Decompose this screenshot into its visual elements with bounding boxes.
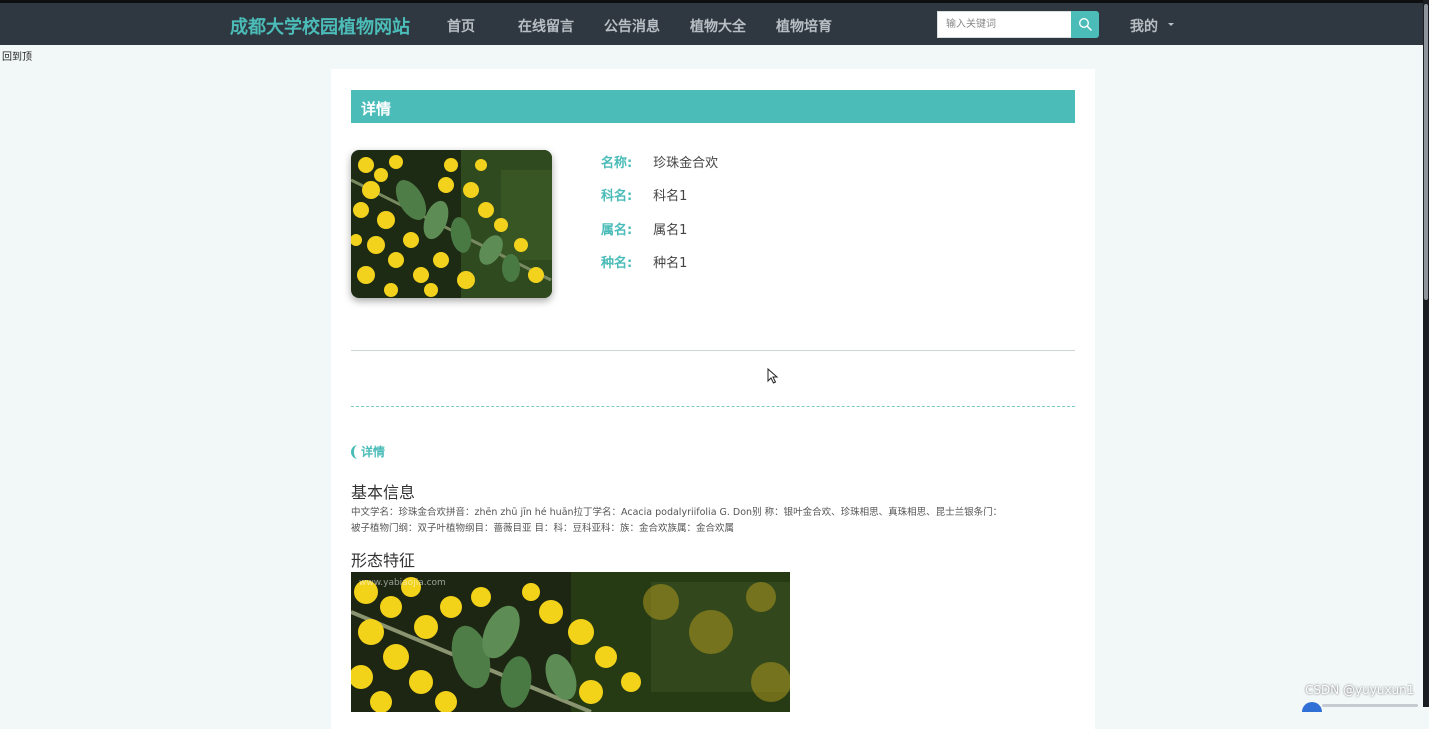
divider — [351, 350, 1075, 351]
field-name-row: 名称: 珍珠金合欢 — [601, 152, 718, 171]
field-species-value: 种名1 — [653, 256, 688, 271]
image-watermark: www.yabiaojia.com — [359, 578, 446, 588]
dashed-divider — [351, 406, 1075, 407]
nav-link-plants[interactable]: 植物大全 — [690, 16, 746, 36]
basic-info-text: 中文学名：珍珠金合欢拼音：zhēn zhū jīn hé huān拉丁学名：Ac… — [351, 505, 1075, 537]
field-genus-value: 属名1 — [653, 223, 688, 238]
morphology-title: 形态特征 — [351, 551, 416, 570]
nav-link-message[interactable]: 在线留言 — [518, 16, 574, 36]
field-genus-label: 属名: — [601, 223, 633, 238]
basic-info-line-2: 被子植物门纲：双子叶植物纲目：蔷薇目亚 目：科：豆科亚科：族：金合欢族属：金合欢… — [351, 523, 735, 534]
floating-widget[interactable] — [1302, 702, 1322, 712]
nav-link-notice[interactable]: 公告消息 — [604, 16, 660, 36]
user-menu[interactable]: 我的 — [1130, 16, 1158, 36]
broken-image-alt[interactable]: 回到顶 — [2, 48, 32, 63]
basic-info-line-1: 中文学名：珍珠金合欢拼音：zhēn zhū jīn hé huān拉丁学名：Ac… — [351, 507, 1003, 518]
top-navbar: 成都大学校园植物网站 首页 在线留言 公告消息 植物大全 植物培育 我的 — [0, 3, 1423, 45]
field-name-value: 珍珠金合欢 — [653, 156, 719, 171]
field-species-label: 种名: — [601, 256, 633, 271]
nav-link-cultivation[interactable]: 植物培育 — [776, 16, 832, 36]
plant-thumbnail[interactable] — [351, 150, 552, 298]
vertical-scrollbar[interactable] — [1423, 0, 1429, 707]
search-icon — [1078, 17, 1092, 31]
detail-card: 详情 名称: 珍珠金合欢 科名: 科名1 属名: 属名1 种名: 种名1 详情 … — [331, 69, 1095, 729]
search-input[interactable] — [937, 11, 1071, 38]
field-family-label: 科名: — [601, 189, 633, 204]
mouse-pointer-icon — [767, 368, 779, 384]
site-brand[interactable]: 成都大学校园植物网站 — [230, 13, 410, 39]
morphology-image: www.yabiaojia.com — [351, 572, 790, 712]
field-genus-row: 属名: 属名1 — [601, 219, 687, 238]
field-name-label: 名称: — [601, 156, 633, 171]
basic-info-title: 基本信息 — [351, 483, 416, 502]
search-button[interactable] — [1071, 11, 1099, 38]
section-tag-detail: 详情 — [351, 443, 385, 460]
csdn-watermark: CSDN @yuyuxun1 — [1305, 683, 1415, 697]
field-family-value: 科名1 — [653, 189, 688, 204]
section-tag-label: 详情 — [361, 445, 386, 459]
bracket-icon — [351, 445, 358, 459]
field-family-row: 科名: 科名1 — [601, 185, 687, 204]
detail-header-bar: 详情 — [351, 90, 1075, 123]
scrollbar-thumb[interactable] — [1424, 4, 1428, 300]
nav-link-home[interactable]: 首页 — [447, 16, 475, 36]
detail-header-title: 详情 — [361, 100, 392, 118]
field-species-row: 种名: 种名1 — [601, 252, 687, 271]
chevron-down-icon[interactable] — [1168, 23, 1174, 26]
